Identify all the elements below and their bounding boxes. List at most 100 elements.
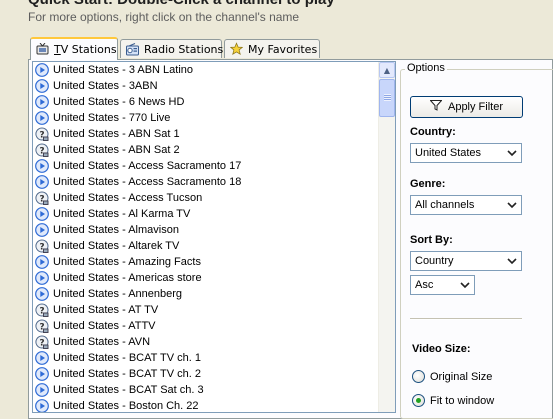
stream-play-icon (35, 111, 49, 125)
channel-row[interactable]: United States - Access Sacramento 17 (33, 158, 395, 174)
stream-unknown-icon: ? (35, 335, 49, 349)
channel-name: United States - Access Tucson (53, 192, 203, 204)
stream-unknown-icon: ? (35, 191, 49, 205)
tab-tv-stations-label: TV Stations (54, 43, 117, 56)
channel-name: United States - 6 News HD (53, 96, 185, 108)
radio-fit-to-window[interactable]: Fit to window (412, 394, 494, 407)
channel-row[interactable]: ? United States - ABN Sat 2 (33, 142, 395, 158)
channel-name: United States - ABN Sat 1 (53, 128, 180, 140)
chevron-down-icon (507, 258, 517, 265)
stream-unknown-icon: ? (35, 127, 49, 141)
sort-order-select[interactable]: Asc (410, 275, 475, 295)
stream-play-icon (35, 383, 49, 397)
tab-my-favorites[interactable]: My Favorites (224, 39, 320, 58)
channel-name: United States - Al Karma TV (53, 208, 191, 220)
channel-row[interactable]: United States - Access Sacramento 18 (33, 174, 395, 190)
channel-row[interactable]: ? United States - AVN (33, 334, 395, 350)
channel-row[interactable]: United States - 3 ABN Latino (33, 62, 395, 78)
filter-icon (429, 100, 443, 114)
chevron-down-icon (460, 282, 470, 289)
stream-play-icon (35, 175, 49, 189)
tab-radio-stations-label: Radio Stations (144, 42, 224, 56)
channel-row[interactable]: United States - Americas store (33, 270, 395, 286)
channel-name: United States - Amazing Facts (53, 256, 201, 268)
options-legend: Options (405, 62, 447, 74)
radio-original-size[interactable]: Original Size (412, 370, 492, 383)
channel-row[interactable]: ? United States - ATTV (33, 318, 395, 334)
stream-play-icon (35, 367, 49, 381)
channel-row[interactable]: United States - BCAT TV ch. 2 (33, 366, 395, 382)
channel-name: United States - 770 Live (53, 112, 171, 124)
stream-play-icon (35, 255, 49, 269)
channel-name: United States - Annenberg (53, 288, 183, 300)
channel-row[interactable]: ? United States - Altarek TV (33, 238, 395, 254)
genre-select-value: All channels (415, 199, 475, 211)
channel-name: United States - Boston Ch. 22 (53, 400, 199, 412)
chevron-down-icon (507, 202, 517, 209)
genre-select[interactable]: All channels (410, 195, 522, 215)
country-label: Country: (410, 126, 456, 138)
stream-unknown-icon: ? (35, 319, 49, 333)
stream-play-icon (35, 287, 49, 301)
channel-name: United States - BCAT TV ch. 2 (53, 368, 201, 380)
stream-play-icon (35, 223, 49, 237)
channel-name: United States - Altarek TV (53, 240, 180, 252)
channel-name: United States - BCAT TV ch. 1 (53, 352, 201, 364)
stream-play-icon (35, 207, 49, 221)
country-select-value: United States (415, 147, 482, 159)
channel-row[interactable]: United States - BCAT TV ch. 1 (33, 350, 395, 366)
channel-row[interactable]: ? United States - AT TV (33, 302, 395, 318)
channel-row[interactable]: United States - BCAT Sat ch. 3 (33, 382, 395, 398)
channel-name: United States - 3 ABN Latino (53, 64, 194, 76)
channel-name: United States - AVN (53, 336, 151, 348)
radio-original-size-label: Original Size (430, 370, 493, 383)
channel-row[interactable]: United States - 770 Live (33, 110, 395, 126)
sort-order-select-value: Asc (415, 279, 434, 291)
sort-by-select[interactable]: Country (410, 251, 522, 271)
stream-unknown-icon: ? (35, 303, 49, 317)
stream-play-icon (35, 159, 49, 173)
channel-name: United States - Access Sacramento 17 (53, 160, 242, 172)
radio-icon (126, 42, 139, 56)
stream-play-icon (35, 95, 49, 109)
radio-button[interactable] (412, 394, 425, 407)
channel-name: United States - ABN Sat 2 (53, 144, 180, 156)
star-icon (230, 42, 243, 56)
stream-play-icon (35, 63, 49, 77)
genre-label: Genre: (410, 178, 446, 190)
channel-name: United States - 3ABN (53, 80, 158, 92)
video-size-label: Video Size: (412, 343, 471, 355)
channel-name: United States - AT TV (53, 304, 159, 316)
channel-row[interactable]: United States - Almavison (33, 222, 395, 238)
channel-row[interactable]: ? United States - Access Tucson (33, 190, 395, 206)
stream-play-icon (35, 271, 49, 285)
channel-row[interactable]: ? United States - ABN Sat 1 (33, 126, 395, 142)
channel-list[interactable]: United States - 3 ABN Latino United State… (32, 61, 396, 413)
stream-play-icon (35, 351, 49, 365)
vertical-scrollbar[interactable]: ▲ (378, 62, 395, 412)
header-title: Quick Start: Double-Click a channel to p… (28, 0, 335, 8)
channel-row[interactable]: United States - Annenberg (33, 286, 395, 302)
channel-name: United States - Almavison (53, 224, 179, 236)
radio-button[interactable] (412, 370, 425, 383)
chevron-up-icon: ▲ (383, 65, 391, 75)
apply-filter-button[interactable]: Apply Filter (410, 96, 523, 118)
scroll-thumb[interactable] (379, 79, 395, 117)
channel-row[interactable]: United States - 3ABN (33, 78, 395, 94)
sort-by-select-value: Country (415, 255, 454, 267)
channel-name: United States - ATTV (53, 320, 156, 332)
channel-row[interactable]: United States - Amazing Facts (33, 254, 395, 270)
channel-name: United States - Access Sacramento 18 (53, 176, 242, 188)
channel-row[interactable]: United States - Al Karma TV (33, 206, 395, 222)
stream-unknown-icon: ? (35, 239, 49, 253)
tab-tv-stations[interactable]: TV Stations (30, 37, 118, 60)
channel-row[interactable]: United States - 6 News HD (33, 94, 395, 110)
scroll-up-button[interactable]: ▲ (379, 62, 395, 78)
options-divider (410, 318, 522, 320)
apply-filter-label: Apply Filter (447, 101, 504, 113)
sort-by-label: Sort By: (410, 234, 453, 246)
country-select[interactable]: United States (410, 143, 522, 163)
tab-radio-stations[interactable]: Radio Stations (120, 39, 224, 58)
tab-my-favorites-label: My Favorites (248, 42, 318, 56)
channel-name: United States - BCAT Sat ch. 3 (53, 384, 204, 396)
